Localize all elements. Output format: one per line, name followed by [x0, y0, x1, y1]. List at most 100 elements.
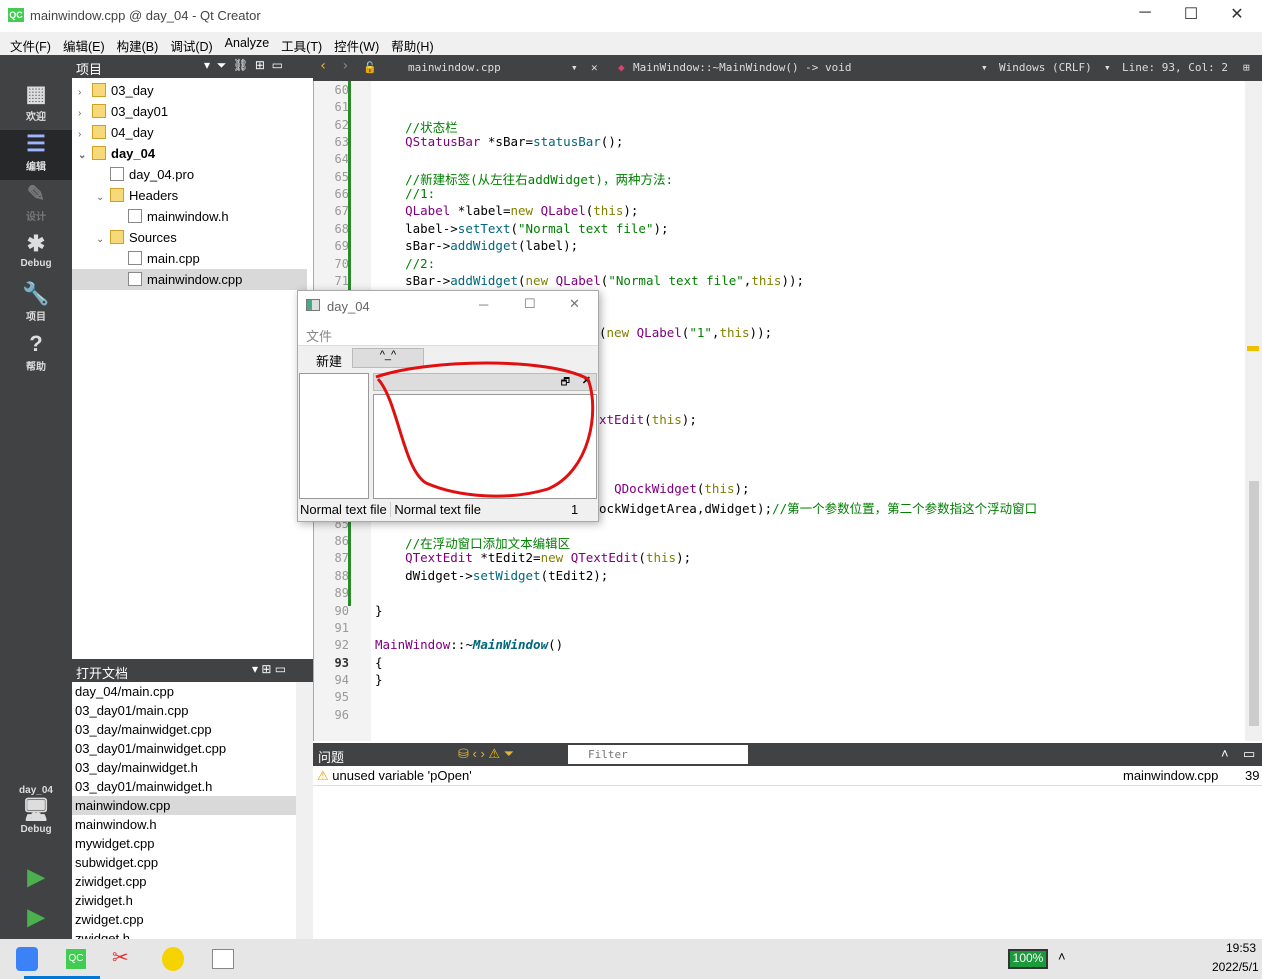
menu-analyze[interactable]: Analyze	[219, 32, 275, 55]
tree-item[interactable]: mainwindow.cpp	[72, 269, 307, 290]
taskbar: QC ✂ 100% ˄ 19:53 2022/5/1	[0, 939, 1262, 979]
mode-label: 欢迎	[26, 112, 46, 123]
battery-indicator[interactable]: 100%	[1008, 949, 1048, 969]
taskbar-app-snipping[interactable]: ✂	[112, 945, 136, 971]
scroll-thumb[interactable]	[1249, 481, 1259, 726]
chevron-icon[interactable]: ›	[78, 82, 92, 103]
line-number: 94	[334, 672, 349, 687]
clock-date[interactable]: 2022/5/1	[1212, 960, 1259, 974]
line-ending-selector[interactable]: Windows (CRLF)	[999, 61, 1092, 74]
tree-item[interactable]: ⌄ day_04	[72, 143, 155, 164]
open-document-item[interactable]: 03_day/mainwidget.h	[72, 758, 296, 777]
editor-scrollbar[interactable]	[1245, 81, 1262, 741]
symbol-selector[interactable]: MainWindow::~MainWindow() -> void	[633, 61, 852, 74]
tree-item[interactable]: ⌄ Sources	[72, 227, 177, 248]
debug-run-icon: ▶	[27, 904, 45, 929]
minimize-button[interactable]: ─	[1122, 4, 1168, 28]
tree-item[interactable]: › 03_day01	[72, 101, 168, 122]
tree-item[interactable]: mainwindow.h	[72, 206, 229, 227]
open-document-item[interactable]: mainwindow.cpp	[72, 796, 296, 815]
chevron-icon[interactable]: ⌄	[96, 187, 110, 208]
mode-edit[interactable]: ☰ 编辑	[0, 130, 72, 180]
popup-menu-file[interactable]: 文件	[306, 329, 332, 344]
file-selector[interactable]: mainwindow.cpp	[408, 61, 501, 74]
popup-minimize[interactable]: ─	[479, 297, 488, 312]
menu-widgets[interactable]: 控件(W)	[328, 32, 385, 55]
tree-item[interactable]: main.cpp	[72, 248, 200, 269]
open-document-item[interactable]: mainwindow.h	[72, 815, 296, 834]
collapse-icon[interactable]: ˄	[1221, 746, 1229, 761]
warning-marker	[1247, 346, 1259, 351]
kit-selector[interactable]: day_04 🖥 Debug	[0, 785, 72, 845]
menu-file[interactable]: 文件(F)	[4, 32, 57, 55]
project-pane: 项目 ▾ ⏷ ⛓ ⊞ ▭ › 03_day › 03_day01 › 04_day ⌄ day_…	[72, 55, 313, 659]
open-document-item[interactable]: ziwidget.cpp	[72, 872, 296, 891]
chevron-down-icon[interactable]: ▾	[1104, 61, 1111, 74]
open-document-item[interactable]: 03_day01/mainwidget.h	[72, 777, 296, 796]
mode-design[interactable]: ✎ 设计	[0, 180, 72, 230]
open-document-item[interactable]: zwidget.cpp	[72, 910, 296, 929]
new-action[interactable]: 新建	[316, 351, 342, 370]
menu-build[interactable]: 构建(B)	[111, 32, 165, 55]
taskbar-app-music[interactable]	[162, 947, 184, 971]
clock-time[interactable]: 19:53	[1226, 941, 1256, 955]
lock-icon: 🔓	[363, 61, 377, 74]
issue-row[interactable]: ⚠ unused variable 'pOpen' mainwindow.cpp…	[313, 766, 1262, 786]
chevron-icon[interactable]: ⌄	[96, 229, 110, 250]
issues-filter-input[interactable]	[568, 745, 748, 764]
chevron-icon[interactable]: ›	[78, 124, 92, 145]
code-line: //在浮动窗口添加文本编辑区	[405, 536, 571, 552]
close-pane-icon[interactable]: ▭	[1243, 746, 1255, 762]
taskbar-app-feishu[interactable]	[16, 947, 38, 971]
issues-nav[interactable]: ⛁ ‹ › ⚠ ⏷	[458, 746, 514, 762]
mode-debug[interactable]: ✱ Debug	[0, 230, 72, 280]
debug-run-button[interactable]: ▶	[0, 903, 72, 939]
menu-tools[interactable]: 工具(T)	[275, 32, 328, 55]
central-text-edit[interactable]	[299, 373, 369, 499]
pane-toolbar[interactable]: ▾ ⊞ ▭	[252, 662, 286, 676]
popup-statusbar: Normal text file Normal text file 1	[300, 502, 596, 520]
taskbar-app-qtcreator[interactable]: QC	[66, 949, 86, 969]
open-document-item[interactable]: day_04/main.cpp	[72, 682, 296, 701]
edit-document-icon: ☰	[26, 131, 46, 156]
line-number: 68	[334, 221, 349, 236]
chevron-down-icon[interactable]: ▾	[981, 61, 988, 74]
chevron-down-icon[interactable]: ▾	[571, 61, 578, 74]
folder-icon	[110, 230, 124, 244]
mode-projects[interactable]: 🔧 项目	[0, 280, 72, 330]
forward-icon[interactable]: ›	[341, 58, 349, 74]
chevron-icon[interactable]: ⌄	[78, 145, 92, 166]
split-icon[interactable]: ⊞	[1243, 61, 1250, 74]
popup-close[interactable]: ✕	[569, 296, 580, 312]
open-document-item[interactable]: subwidget.cpp	[72, 853, 296, 872]
close-document-icon[interactable]: ✕	[591, 61, 598, 74]
open-docs-scrollbar[interactable]	[296, 682, 313, 939]
mode-welcome[interactable]: ▦ 欢迎	[0, 80, 72, 130]
tree-item[interactable]: ⌄ Headers	[72, 185, 178, 206]
file-icon	[128, 209, 142, 223]
open-document-item[interactable]: mywidget.cpp	[72, 834, 296, 853]
file-icon	[128, 251, 142, 265]
open-document-item[interactable]: 03_day01/main.cpp	[72, 701, 296, 720]
menu-help[interactable]: 帮助(H)	[385, 32, 439, 55]
chevron-icon[interactable]: ›	[78, 103, 92, 124]
tray-expand-icon[interactable]: ˄	[1058, 949, 1066, 964]
menu-edit[interactable]: 编辑(E)	[57, 32, 111, 55]
tree-item[interactable]: › 04_day	[72, 122, 154, 143]
tree-item[interactable]: › 03_day	[72, 80, 154, 101]
code-line: }	[375, 602, 383, 618]
mode-help[interactable]: ? 帮助	[0, 330, 72, 380]
open-document-item[interactable]: 03_day/mainwidget.cpp	[72, 720, 296, 739]
menu-debug[interactable]: 调试(D)	[164, 32, 218, 55]
open-document-item[interactable]: ziwidget.h	[72, 891, 296, 910]
back-icon[interactable]: ‹	[319, 58, 327, 74]
tree-item[interactable]: day_04.pro	[72, 164, 194, 185]
cursor-position[interactable]: Line: 93, Col: 2	[1122, 61, 1228, 74]
run-button[interactable]: ▶	[0, 863, 72, 899]
open-document-item[interactable]: 03_day01/mainwidget.cpp	[72, 739, 296, 758]
popup-maximize[interactable]: ☐	[524, 296, 536, 312]
close-button[interactable]: ✕	[1214, 4, 1260, 28]
taskbar-app-window[interactable]	[212, 949, 234, 969]
pane-toolbar[interactable]: ▾ ⏷ ⛓ ⊞ ▭	[204, 58, 283, 73]
maximize-button[interactable]: ☐	[1168, 4, 1214, 28]
